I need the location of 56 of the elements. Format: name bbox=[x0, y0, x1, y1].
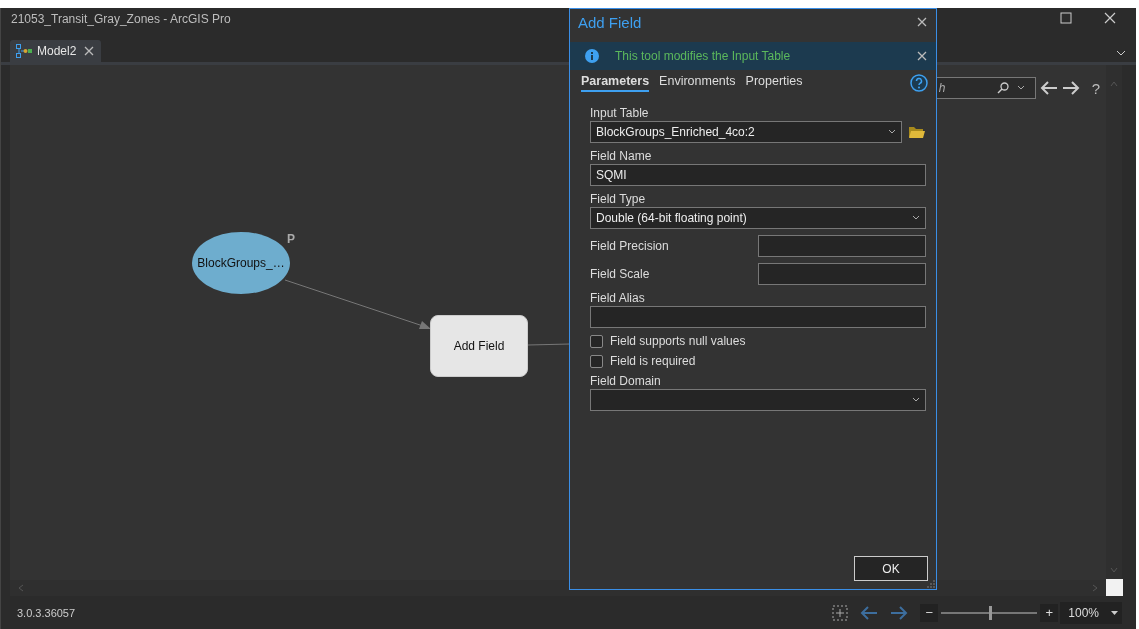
checkbox[interactable] bbox=[590, 334, 603, 348]
checkbox-label: Field supports null values bbox=[610, 334, 746, 348]
field-label: Field Precision bbox=[590, 239, 669, 253]
slider-thumb[interactable] bbox=[989, 605, 993, 620]
resize-grip-icon[interactable] bbox=[927, 580, 935, 588]
dropdown-icon bbox=[888, 129, 896, 135]
info-message: This tool modifies the Input Table bbox=[615, 49, 792, 63]
input-field[interactable]: SQMI bbox=[590, 164, 926, 186]
ok-button[interactable]: OK bbox=[854, 556, 928, 581]
search-icon[interactable] bbox=[996, 82, 1009, 94]
zoom-in-button[interactable]: + bbox=[1040, 603, 1059, 622]
dropdown-field[interactable]: Double (64-bit floating point) bbox=[590, 207, 926, 229]
close-button[interactable] bbox=[916, 16, 928, 28]
field-label: Input Table bbox=[590, 106, 650, 120]
help-icon[interactable] bbox=[910, 74, 928, 92]
dropdown-icon[interactable] bbox=[1016, 85, 1025, 91]
folder-icon[interactable] bbox=[908, 125, 926, 139]
dialog-tab[interactable]: Properties bbox=[745, 74, 803, 92]
help-button[interactable]: ? bbox=[1091, 79, 1100, 97]
search-placeholder: h bbox=[938, 81, 947, 95]
model-tab[interactable]: Model2 bbox=[10, 40, 102, 62]
maximize-button[interactable] bbox=[1060, 12, 1072, 24]
checkbox-label: Field is required bbox=[610, 354, 696, 368]
parameter-label: P bbox=[287, 232, 295, 246]
dialog-tab[interactable]: Environments bbox=[659, 74, 736, 92]
dialog-title: Add Field bbox=[578, 13, 642, 31]
field-label: Field Type bbox=[590, 192, 647, 206]
input-field[interactable] bbox=[758, 263, 926, 285]
zoom-out-button[interactable]: − bbox=[920, 603, 939, 622]
dropdown-field[interactable]: BlockGroups_Enriched_4co:2 bbox=[590, 121, 902, 143]
connector-line bbox=[528, 343, 570, 346]
close-icon[interactable] bbox=[916, 50, 928, 62]
field-label: Field Scale bbox=[590, 267, 650, 281]
dropdown-icon[interactable] bbox=[1116, 50, 1126, 56]
close-icon[interactable] bbox=[83, 45, 96, 57]
field-label: Field Alias bbox=[590, 291, 646, 305]
zoom-dropdown[interactable]: 100% bbox=[1060, 601, 1122, 624]
dropdown-icon bbox=[912, 215, 920, 221]
version-label: 3.0.3.36057 bbox=[17, 606, 76, 619]
field-label: Field Name bbox=[590, 149, 653, 163]
input-field[interactable] bbox=[590, 306, 926, 328]
scroll-corner bbox=[1106, 579, 1123, 596]
field-label: Field Domain bbox=[590, 374, 662, 388]
dropdown-icon bbox=[1111, 610, 1118, 615]
tab-label: Model2 bbox=[37, 44, 77, 58]
info-icon bbox=[585, 49, 599, 63]
checkbox[interactable] bbox=[590, 354, 603, 368]
window-title: 21053_Transit_Gray_Zones - ArcGIS Pro bbox=[11, 12, 231, 26]
model-icon bbox=[16, 44, 32, 58]
close-button[interactable] bbox=[1104, 12, 1116, 24]
dialog-tab[interactable]: Parameters bbox=[581, 74, 650, 92]
fit-extent-icon[interactable] bbox=[832, 604, 849, 621]
input-field[interactable] bbox=[758, 235, 926, 257]
dropdown-field[interactable] bbox=[590, 389, 926, 411]
dropdown-icon bbox=[912, 397, 920, 403]
tool-node[interactable]: Add Field bbox=[430, 315, 528, 377]
